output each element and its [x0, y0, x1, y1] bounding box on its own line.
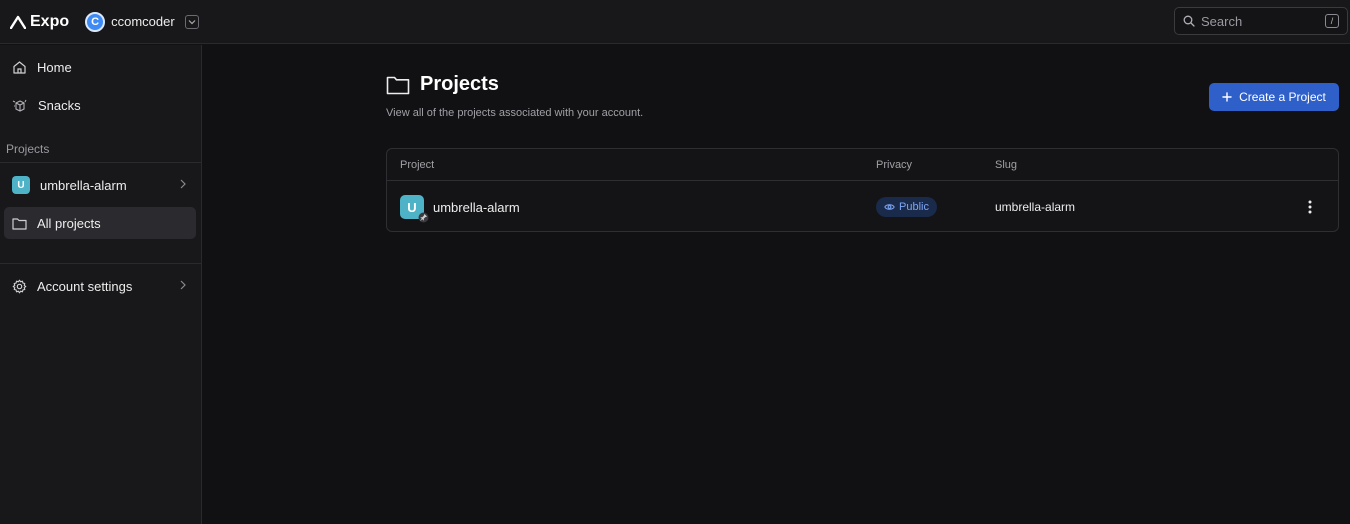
search-box[interactable]: / [1174, 7, 1348, 35]
column-header-project[interactable]: Project [400, 159, 434, 171]
project-avatar: U [400, 195, 429, 223]
project-slug: umbrella-alarm [995, 200, 1076, 214]
page-title-text: Projects [420, 73, 499, 95]
expo-logo[interactable]: Expo [10, 13, 69, 31]
create-project-button[interactable]: Create a Project [1209, 83, 1339, 111]
sidebar-item-account-settings[interactable]: Account settings [4, 270, 196, 302]
table-header: Project Privacy Slug [387, 149, 1338, 181]
eye-icon [884, 204, 895, 210]
folder-icon [12, 217, 27, 230]
project-name[interactable]: umbrella-alarm [433, 200, 520, 215]
search-shortcut-key: / [1325, 14, 1339, 28]
chevron-right-icon [180, 179, 186, 189]
project-avatar-initial: U [407, 199, 417, 215]
search-icon [1183, 15, 1195, 27]
status-badge: Public [876, 197, 937, 217]
top-bar: Expo C ccomcoder / [0, 0, 1350, 44]
column-header-privacy[interactable]: Privacy [876, 159, 912, 171]
sidebar-divider [0, 162, 202, 163]
gear-icon [12, 279, 27, 293]
more-options-icon[interactable] [1302, 198, 1318, 216]
sidebar-item-label: Home [37, 59, 72, 75]
sidebar-item-label: Snacks [38, 97, 81, 113]
page-subtitle: View all of the projects associated with… [386, 107, 644, 119]
sidebar-divider [0, 263, 202, 264]
account-name: ccomcoder [111, 14, 175, 29]
sidebar-item-all-projects[interactable]: All projects [4, 207, 196, 239]
page-title: Projects [386, 73, 499, 96]
sidebar-item-snacks[interactable]: Snacks [4, 89, 196, 121]
plus-icon [1222, 92, 1232, 102]
search-input[interactable] [1201, 13, 1319, 29]
privacy-label: Public [899, 201, 929, 213]
account-switcher[interactable]: C ccomcoder [85, 11, 199, 32]
home-icon [13, 60, 26, 74]
sidebar: Home Snacks Projects U umbrella-alarm Al… [0, 45, 202, 524]
pin-icon [418, 212, 429, 223]
create-project-label: Create a Project [1239, 90, 1326, 104]
snacks-icon [12, 99, 27, 112]
sidebar-item-home[interactable]: Home [4, 51, 196, 83]
brand-name: Expo [30, 12, 70, 30]
sidebar-section-projects: Projects [6, 142, 50, 156]
table-row[interactable]: U umbrella-alarm Public umbrella-alarm [387, 182, 1338, 232]
sidebar-item-label: All projects [37, 215, 101, 231]
sidebar-item-label: Account settings [37, 278, 133, 294]
sidebar-item-label: umbrella-alarm [40, 177, 127, 193]
chevron-right-icon [180, 280, 186, 290]
project-cell[interactable]: U umbrella-alarm [400, 195, 520, 223]
folder-icon [386, 76, 410, 94]
sidebar-item-umbrella-alarm[interactable]: U umbrella-alarm [4, 169, 196, 201]
project-avatar: U [12, 176, 30, 194]
chevron-down-icon[interactable] [184, 14, 199, 29]
projects-table: Project Privacy Slug U umbrella-alarm Pu… [386, 148, 1339, 232]
expo-mark-icon [10, 15, 26, 29]
avatar: C [85, 11, 106, 32]
column-header-slug[interactable]: Slug [995, 159, 1017, 171]
